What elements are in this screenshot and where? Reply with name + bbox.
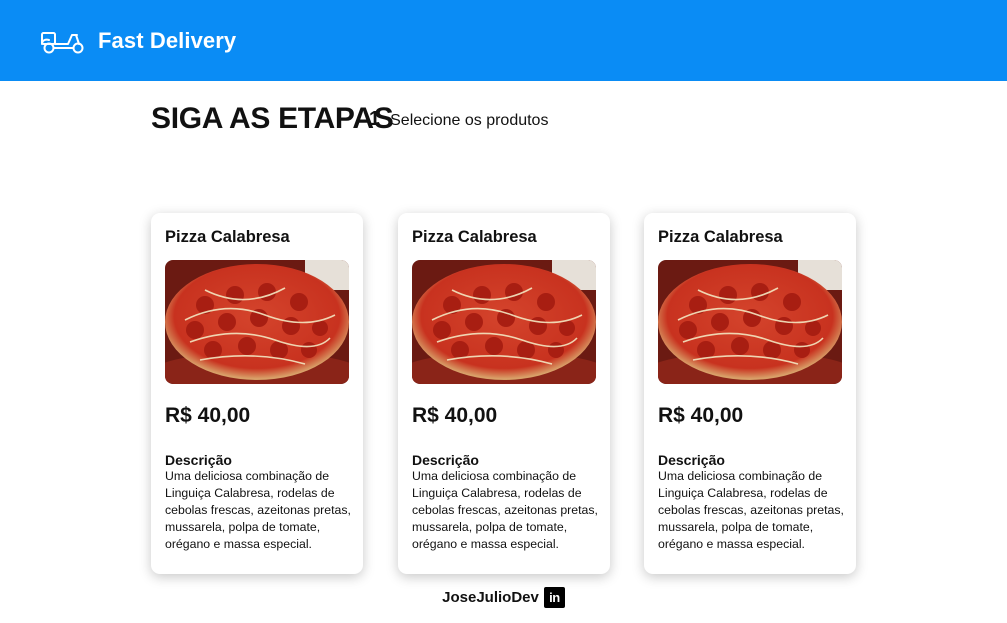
footer: JoseJulioDev in <box>0 587 1007 608</box>
product-description: Uma deliciosa combinação de Linguiça Cal… <box>412 469 598 551</box>
product-card[interactable]: Pizza Calabresa R$ 40,00 Descrição Uma d… <box>644 213 856 574</box>
linkedin-icon[interactable]: in <box>543 587 565 608</box>
author-name: JoseJulioDev <box>442 589 539 606</box>
description-label: Descrição <box>412 452 479 468</box>
steps-title: SIGA AS ETAPAS <box>151 102 394 135</box>
step-label: Selecione os produtos <box>390 112 549 129</box>
product-price: R$ 40,00 <box>412 404 498 427</box>
product-price: R$ 40,00 <box>165 404 251 427</box>
brand-title[interactable]: Fast Delivery <box>98 28 236 54</box>
pizza-image <box>165 260 349 384</box>
header-bar: Fast Delivery <box>0 0 1007 81</box>
product-description: Uma deliciosa combinação de Linguiça Cal… <box>658 469 844 551</box>
product-name: Pizza Calabresa <box>165 228 290 246</box>
product-card[interactable]: Pizza Calabresa R$ 40,00 Descrição Uma d… <box>151 213 363 574</box>
pizza-image <box>412 260 596 384</box>
steps-section: SIGA AS ETAPAS 1 Selecione os produtos <box>151 104 871 174</box>
scooter-icon[interactable] <box>40 26 86 56</box>
product-description: Uma deliciosa combinação de Linguiça Cal… <box>165 469 351 551</box>
product-price: R$ 40,00 <box>658 404 744 427</box>
description-label: Descrição <box>658 452 725 468</box>
steps-title-text: SIGA AS ETAPAS <box>151 102 394 135</box>
product-name: Pizza Calabresa <box>412 228 537 246</box>
step-number: 1 <box>369 108 381 130</box>
pizza-image <box>658 260 842 384</box>
product-name: Pizza Calabresa <box>658 228 783 246</box>
step-item-1: 1 Selecione os produtos <box>369 108 548 131</box>
description-label: Descrição <box>165 452 232 468</box>
product-card[interactable]: Pizza Calabresa R$ 40,00 Descrição Uma d… <box>398 213 610 574</box>
